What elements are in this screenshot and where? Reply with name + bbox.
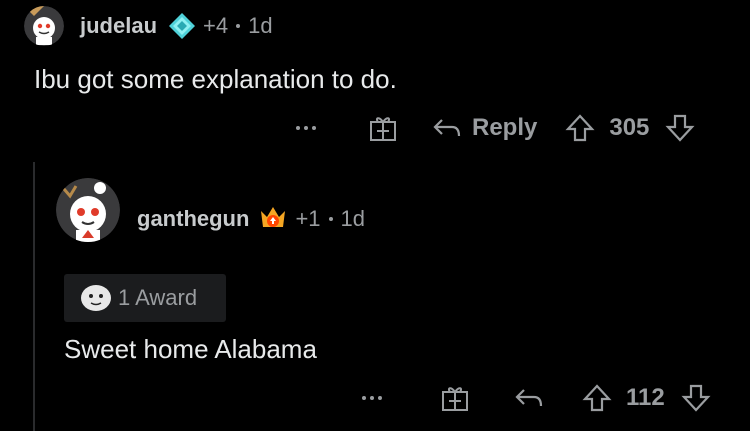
downvote-arrow-icon[interactable] [681, 383, 711, 413]
comment-age: 1d [340, 206, 366, 231]
vote-count: 305 [609, 114, 650, 141]
award-icon [80, 283, 112, 313]
username[interactable]: ganthegun [137, 206, 249, 232]
more-options-button[interactable] [296, 126, 316, 130]
username[interactable]: judelau [80, 13, 157, 39]
comment-header: ganthegun +1 1d [137, 202, 365, 236]
score-bonus: +1 [295, 206, 321, 231]
vote-count: 112 [626, 384, 665, 411]
award-gift-icon[interactable] [440, 383, 470, 413]
separator-dot [236, 24, 241, 28]
reply-arrow-icon[interactable] [514, 386, 544, 410]
comment-age: 1d [248, 13, 273, 38]
downvote-arrow-icon[interactable] [665, 113, 695, 143]
award-gift-icon[interactable] [368, 113, 398, 143]
diamond-badge-icon [167, 11, 197, 41]
snoo-avatar-icon [56, 178, 120, 242]
comment-header: judelau +4 1d [80, 10, 273, 42]
award-count: 1 Award [118, 285, 198, 310]
comment-actions: 112 [362, 378, 711, 418]
reply-arrow-icon[interactable] [432, 116, 462, 140]
comment-body: Ibu got some explanation to do. [34, 64, 397, 94]
upvote-arrow-icon[interactable] [582, 383, 612, 413]
reply-button[interactable]: Reply [472, 114, 537, 142]
award-chip[interactable]: 1 Award [64, 274, 226, 322]
separator-dot [328, 217, 333, 221]
snoo-avatar-icon [24, 6, 64, 46]
score-bonus: +4 [203, 13, 229, 38]
user-avatar[interactable] [56, 178, 120, 242]
flair-badge-icon [257, 203, 289, 235]
upvote-arrow-icon[interactable] [565, 113, 595, 143]
more-options-button[interactable] [362, 396, 382, 400]
comment-actions: Reply 305 [296, 108, 695, 148]
comment-body: Sweet home Alabama [64, 334, 317, 364]
thread-line[interactable] [33, 162, 35, 431]
user-avatar[interactable] [24, 6, 64, 46]
